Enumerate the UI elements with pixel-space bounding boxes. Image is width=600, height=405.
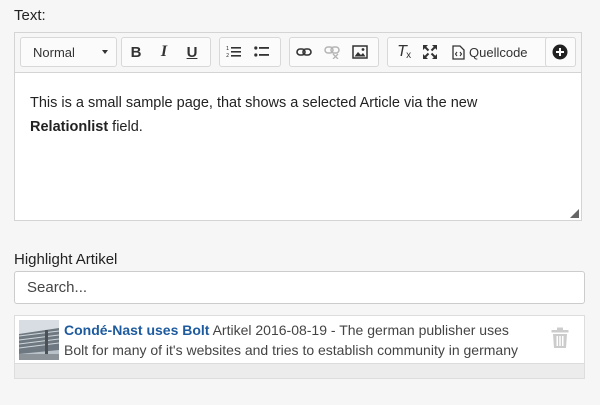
bold-icon: B [130, 43, 142, 61]
image-icon [352, 45, 368, 59]
italic-button[interactable]: I [150, 38, 178, 66]
svg-text:2: 2 [226, 53, 229, 59]
unlink-icon [324, 46, 340, 59]
list-item[interactable]: Condé-Nast uses Bolt Artikel 2016-08-19 … [15, 316, 584, 378]
article-thumbnail [19, 320, 59, 360]
relation-field-label: Highlight Artikel [14, 251, 118, 268]
numbered-list-icon: 1 2 [226, 46, 241, 59]
bold-button[interactable]: B [122, 38, 150, 66]
underline-icon: U [186, 43, 198, 61]
image-button[interactable] [346, 38, 374, 66]
content-bold-word: Relationlist [30, 119, 109, 135]
article-type: Artikel [212, 322, 252, 338]
add-button[interactable] [546, 38, 574, 66]
article-title-link[interactable]: Condé-Nast uses Bolt [64, 322, 209, 338]
svg-text:1: 1 [226, 46, 229, 52]
bulleted-list-button[interactable] [248, 38, 276, 66]
content-line-1: This is a small sample page, that shows … [30, 95, 478, 111]
add-group [545, 37, 576, 67]
format-select-value: Normal [33, 44, 75, 60]
bulleted-list-icon [254, 46, 269, 57]
unlink-button[interactable] [318, 38, 346, 66]
rich-text-editor: Normal B I U 1 2 T x Quellcode This is a… [14, 32, 582, 221]
article-date: 2016-08-19 [255, 322, 328, 338]
tools-group: Tx Quellcode [387, 37, 549, 67]
resize-handle[interactable] [570, 209, 579, 218]
content-line-2: field. [108, 119, 143, 135]
add-icon [552, 44, 568, 60]
list-footer [15, 364, 584, 378]
link-button[interactable] [290, 38, 318, 66]
source-icon [452, 44, 465, 60]
text-field-label: Text: [14, 7, 46, 24]
remove-item-button[interactable] [551, 327, 569, 349]
italic-icon: I [160, 43, 168, 60]
link-icon [296, 48, 312, 56]
maximize-button[interactable] [416, 38, 444, 66]
numbered-list-button[interactable]: 1 2 [220, 38, 248, 66]
selected-items-list: Condé-Nast uses Bolt Artikel 2016-08-19 … [14, 315, 585, 379]
chevron-down-icon [102, 50, 108, 54]
search-input[interactable] [14, 271, 585, 304]
source-button-label: Quellcode [469, 44, 528, 60]
format-select[interactable]: Normal [21, 45, 116, 60]
trash-icon [551, 327, 569, 348]
editor-content[interactable]: This is a small sample page, that shows … [15, 73, 581, 139]
list-group: 1 2 [219, 37, 281, 67]
remove-format-button[interactable]: Tx [388, 38, 416, 66]
editor-toolbar: Normal B I U 1 2 T x Quellcode [15, 33, 581, 73]
source-button[interactable]: Quellcode [444, 45, 536, 60]
remove-format-icon: Tx [397, 43, 412, 61]
underline-button[interactable]: U [178, 38, 206, 66]
format-select-group: Normal [20, 37, 117, 67]
insert-group [289, 37, 379, 67]
maximize-icon [423, 45, 437, 59]
basic-styles-group: B I U [121, 37, 211, 67]
